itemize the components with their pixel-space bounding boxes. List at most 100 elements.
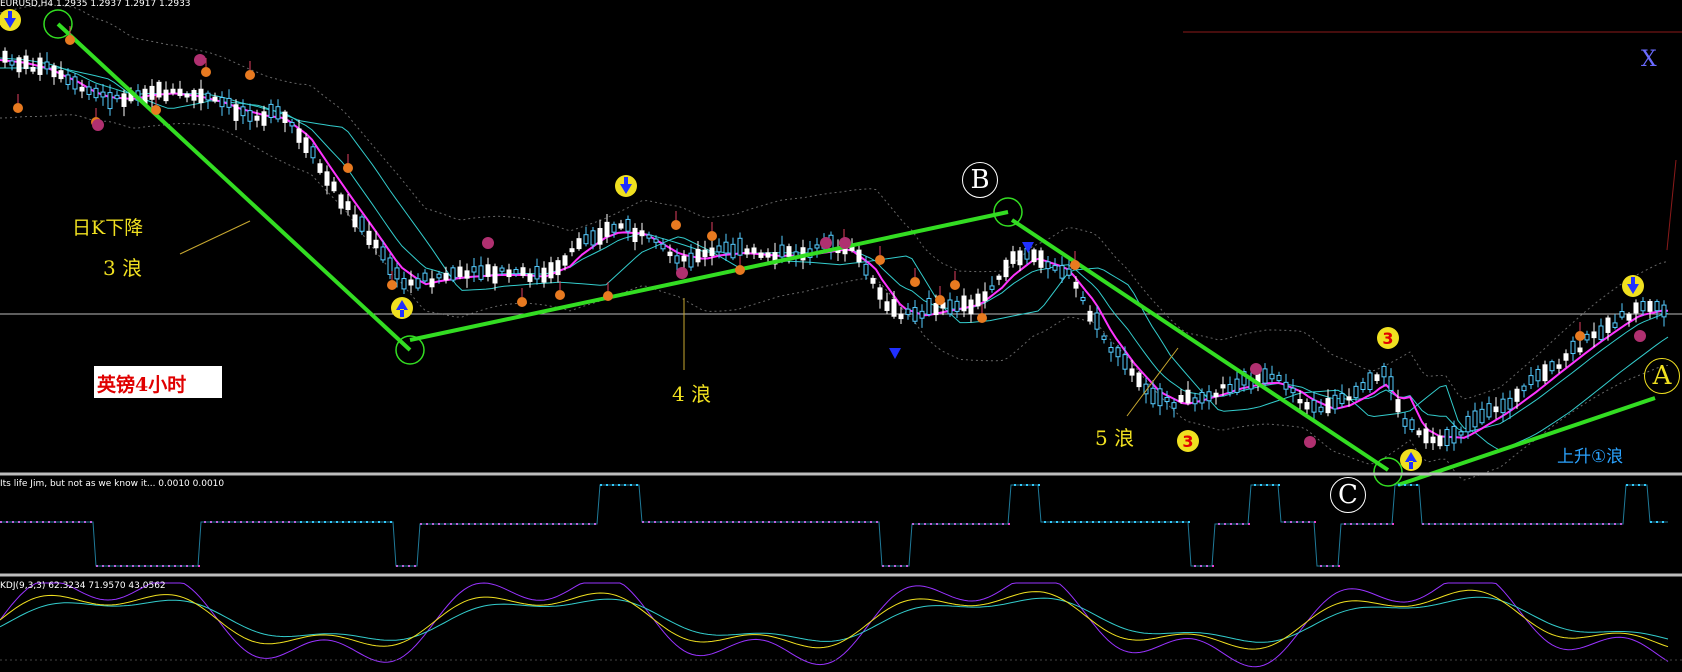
candle-body xyxy=(1045,261,1051,270)
candle-body xyxy=(1262,368,1268,384)
main-chart-header: EURUSD,H4 1.2935 1.2937 1.2917 1.2933 xyxy=(0,0,191,9)
small-signal-dot xyxy=(950,280,960,290)
candle-body xyxy=(72,76,78,90)
candle-body xyxy=(660,243,666,250)
small-signal-dot xyxy=(387,280,397,290)
candle-body xyxy=(226,97,232,108)
candle-body xyxy=(1094,312,1100,330)
candle-body xyxy=(275,106,281,120)
candle-body xyxy=(1395,399,1401,413)
pink-signal-7 xyxy=(1304,436,1316,448)
small-signal-dot xyxy=(13,103,23,113)
candle-body xyxy=(933,302,939,316)
candle-body xyxy=(1444,429,1450,447)
pink-signal-4 xyxy=(839,237,851,249)
candle-body xyxy=(1052,265,1058,271)
envelope-lower xyxy=(0,114,1669,481)
pivot-circles xyxy=(43,9,1403,487)
small-signal-15 xyxy=(875,246,885,265)
candle-body xyxy=(93,87,99,99)
candle-body xyxy=(674,255,680,264)
candle-body xyxy=(1654,301,1660,312)
candle-body xyxy=(107,92,113,110)
label-wave-c-text: C xyxy=(1338,480,1358,510)
candle-body xyxy=(401,278,407,290)
candle-body xyxy=(247,110,253,122)
candle-body xyxy=(464,270,470,279)
label-wave-a: A xyxy=(1644,358,1680,394)
candle-body xyxy=(590,230,596,246)
pivot-circle-c xyxy=(1373,457,1403,487)
candle-body xyxy=(219,97,225,108)
signal-down-1 xyxy=(0,9,21,31)
candle-body xyxy=(2,50,8,63)
candle-body xyxy=(611,223,617,233)
candle-body xyxy=(639,230,645,237)
signal-up-1 xyxy=(391,297,413,319)
pink-signal-3 xyxy=(820,237,832,249)
small-signal-dot xyxy=(151,105,161,115)
small-signal-dot xyxy=(1070,260,1080,270)
small-signal-9 xyxy=(555,281,565,300)
candle-body xyxy=(905,308,911,315)
candle-body xyxy=(646,234,652,239)
kdj-panel[interactable] xyxy=(0,582,1682,668)
label-daily-k-down: 日K下降 xyxy=(72,217,144,239)
candle-body xyxy=(296,128,302,143)
pink-signal-2 xyxy=(482,237,494,249)
candle-body xyxy=(1269,373,1275,380)
candle-body xyxy=(1661,304,1667,318)
chart-canvas[interactable]: 33 xyxy=(0,0,1682,672)
candle-body xyxy=(534,266,540,280)
candle-body xyxy=(1374,374,1380,381)
candle-body xyxy=(1360,382,1366,390)
candle-body xyxy=(79,86,85,92)
oscillator-panel[interactable] xyxy=(0,484,1668,567)
small-signal-21 xyxy=(1575,322,1585,341)
oscillator-line xyxy=(0,484,1668,567)
candle-body xyxy=(352,214,358,228)
indicator2-header: KDJ(9,3,3) 62.3234 71.9570 43.0562 xyxy=(0,581,166,591)
candle-body xyxy=(1416,430,1422,436)
label-wave-c: C xyxy=(1330,477,1366,513)
candle-body xyxy=(744,248,750,255)
candle-body xyxy=(1199,391,1205,404)
candle-body xyxy=(30,66,36,72)
candle-body xyxy=(737,237,743,256)
candle-body xyxy=(240,106,246,117)
kdj-d-line xyxy=(0,596,1669,643)
candle-body xyxy=(730,243,736,259)
signal-down-2 xyxy=(615,175,637,197)
candle-body xyxy=(1367,372,1373,391)
candle-body xyxy=(443,272,449,281)
candle-body xyxy=(1164,396,1170,403)
candle-body xyxy=(1402,418,1408,427)
candle-body xyxy=(436,273,442,279)
candle-body xyxy=(317,163,323,173)
label-wave5: 5 浪 xyxy=(1095,426,1135,450)
small-signal-dot xyxy=(707,231,717,241)
candle-body xyxy=(100,91,106,98)
candle-body xyxy=(618,223,624,229)
candle-body xyxy=(44,61,50,70)
candle-body xyxy=(1122,354,1128,370)
main-price-panel[interactable]: 33 xyxy=(0,4,1682,487)
candle-body xyxy=(121,93,127,107)
candle-body xyxy=(471,266,477,273)
candle-body xyxy=(814,244,820,249)
candle-body xyxy=(1451,425,1457,444)
small-signal-dot xyxy=(343,163,353,173)
candle-body xyxy=(345,201,351,211)
small-signal-dot xyxy=(245,70,255,80)
label-rising-wave1: 上升①浪 xyxy=(1557,447,1624,467)
candle-body xyxy=(1514,388,1520,402)
wave-count-3a: 3 xyxy=(1177,430,1199,452)
candle-body xyxy=(583,234,589,245)
candle-body xyxy=(597,228,603,245)
candle-body xyxy=(548,262,554,279)
candle-body xyxy=(1206,391,1212,402)
candle-body xyxy=(562,255,568,266)
candle-body xyxy=(576,238,582,250)
candle-body xyxy=(527,273,533,282)
candle-body xyxy=(1647,301,1653,312)
